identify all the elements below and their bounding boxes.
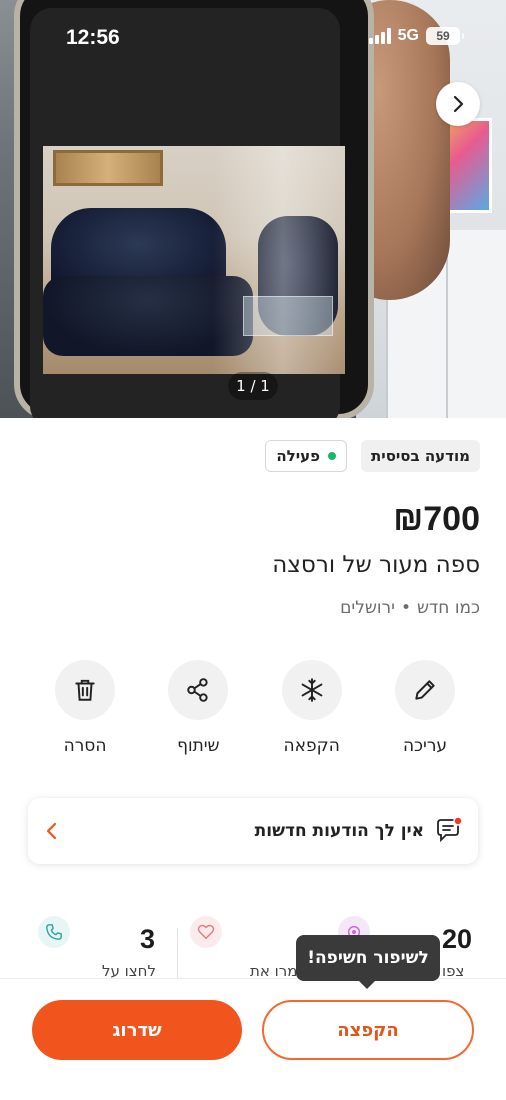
status-badge-text: פעילה <box>276 447 321 465</box>
snowflake-icon <box>301 678 323 702</box>
battery-level: 59 <box>436 29 450 43</box>
listing-actions: עריכה הקפאה שיתוף הסרה <box>30 660 480 756</box>
freeze-label: הקפאה <box>283 736 340 756</box>
bump-button[interactable]: הקפצה <box>262 1000 474 1060</box>
pencil-icon <box>415 680 435 700</box>
meta-separator: • <box>400 598 411 618</box>
edit-circle[interactable] <box>395 660 455 720</box>
listing-location: ירושלים <box>340 598 395 618</box>
share-icon <box>187 678 208 702</box>
listing-title: ספה מעור של ורסצה <box>272 552 480 578</box>
stats-divider <box>177 928 178 980</box>
exposure-tooltip: לשיפור חשיפה! <box>296 935 440 989</box>
share-label: שיתוף <box>177 736 220 756</box>
photo-counter: 1 / 1 <box>228 372 278 400</box>
battery-icon: 59 <box>426 27 464 45</box>
network-type: 5G <box>397 27 419 44</box>
listing-badges: מודעה בסיסית פעילה <box>265 440 480 472</box>
messages-text: אין לך הודעות חדשות <box>254 821 424 841</box>
chevron-right-icon <box>453 95 464 113</box>
stat-calls: 3 לחצו על <box>30 910 180 980</box>
status-badge: פעילה <box>265 440 348 472</box>
signal-icon <box>368 28 391 44</box>
chat-icon <box>434 816 464 846</box>
edit-button[interactable]: עריכה <box>370 660 480 756</box>
photo-painting-frame <box>53 150 163 186</box>
delete-circle[interactable] <box>55 660 116 720</box>
share-button[interactable]: שיתוף <box>143 660 253 756</box>
active-dot-icon <box>328 452 337 460</box>
listing-price: ₪700 <box>393 500 480 538</box>
photo-glare <box>213 146 345 374</box>
stat-calls-value: 3 <box>140 924 156 954</box>
listing-type-text: מודעה בסיסית <box>371 447 470 465</box>
listing-photo[interactable] <box>0 0 506 418</box>
status-indicators: 5G 59 <box>368 27 464 45</box>
share-circle[interactable] <box>168 660 229 720</box>
edit-label: עריכה <box>402 736 448 756</box>
freeze-action-button[interactable]: הקפאה <box>257 660 367 756</box>
delete-button[interactable]: הסרה <box>30 660 140 756</box>
delete-label: הסרה <box>63 736 107 756</box>
upgrade-button[interactable]: שדרוג <box>32 1000 242 1060</box>
listing-type-badge: מודעה בסיסית <box>361 440 480 472</box>
messages-card[interactable]: אין לך הודעות חדשות <box>28 798 478 864</box>
heart-icon <box>190 916 222 948</box>
stat-views-value: 20 <box>442 924 473 954</box>
status-time: 12:56 <box>66 26 120 49</box>
next-photo-button[interactable] <box>436 82 480 126</box>
phone-icon <box>38 916 70 948</box>
freeze-circle[interactable] <box>281 660 342 720</box>
photo-sofa-picture <box>43 146 345 374</box>
trash-icon <box>75 679 95 701</box>
listing-condition: כמו חדש <box>416 598 480 618</box>
listing-meta: כמו חדש • ירושלים <box>340 598 480 618</box>
chevron-left-icon <box>46 822 57 840</box>
